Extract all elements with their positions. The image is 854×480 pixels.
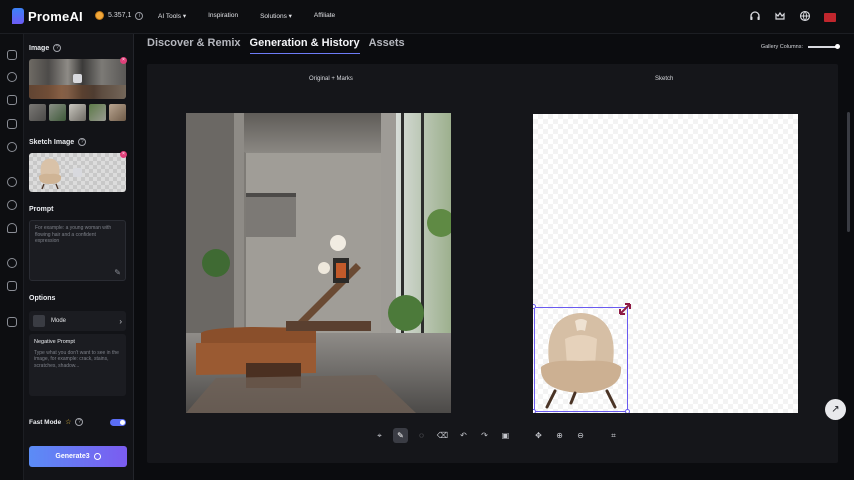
share-icon: ↗ [831, 404, 840, 415]
remove-image-icon[interactable]: × [120, 57, 127, 64]
sketch-canvas[interactable] [533, 114, 798, 413]
top-right-actions [749, 10, 836, 22]
lasso-icon[interactable]: ◌ [414, 428, 429, 443]
prompt-section-title: Prompt [29, 206, 54, 213]
eraser-icon[interactable]: ⌫ [435, 428, 450, 443]
remove-sketch-icon[interactable]: × [120, 151, 127, 158]
mode-selector[interactable]: Mode › [29, 311, 126, 331]
logo[interactable]: PromeAI [12, 8, 83, 24]
tab-assets[interactable]: Assets [369, 37, 405, 54]
sketch-section-title: Sketch Image? [29, 138, 87, 146]
save-icon[interactable]: ▣ [498, 428, 513, 443]
editor-toolbar: ⌖ ✎ ◌ ⌫ ↶ ↷ ▣ ✥ ⊕ ⊖ ⌗ [372, 428, 621, 443]
nav-affiliate[interactable]: Affiliate [314, 12, 335, 20]
view-tabs: Discover & Remix Generation & History As… [147, 37, 405, 54]
image-thumbnail-strip [29, 104, 126, 121]
options-section-title: Options [29, 295, 56, 302]
mode-label: Mode [51, 318, 67, 324]
thumbnail[interactable] [49, 104, 66, 121]
magic-wand-icon[interactable]: ✎ [114, 268, 121, 277]
thumbnail[interactable] [29, 104, 46, 121]
move-icon[interactable]: ✥ [531, 428, 546, 443]
crown-box-icon[interactable] [774, 10, 786, 22]
nav-inspiration[interactable]: Inspiration [208, 12, 238, 20]
thumbnail[interactable] [109, 104, 126, 121]
uploaded-image-thumbnail[interactable] [29, 59, 126, 99]
bell-icon[interactable] [7, 223, 17, 233]
home-icon[interactable] [7, 50, 17, 60]
help-icon[interactable]: ? [75, 418, 84, 426]
brush-icon[interactable]: ✎ [393, 428, 408, 443]
nav-ai-tools[interactable]: AI Tools ▾ [158, 12, 186, 20]
chevron-right-icon: › [119, 316, 122, 326]
star-icon: ☆ [65, 419, 72, 426]
info-icon[interactable]: i [135, 11, 144, 20]
help-icon[interactable]: ? [53, 44, 62, 52]
mode-icon [33, 315, 45, 327]
negative-prompt-input[interactable]: Negative Prompt Type what you don't want… [29, 334, 126, 396]
negative-prompt-title: Negative Prompt [34, 339, 75, 345]
left-rail [0, 34, 24, 480]
promeai-logo-icon [12, 8, 24, 24]
generate-label: Generate3 [55, 453, 90, 460]
generate-button[interactable]: Generate3 [29, 446, 127, 467]
resize-arrow-icon[interactable] [618, 302, 632, 316]
interior-photo [186, 113, 451, 413]
settings-panel: Image? × Sketch Image? × Prompt For exam… [24, 34, 134, 480]
zoom-out-icon[interactable]: ⊖ [573, 428, 588, 443]
cube-icon[interactable] [7, 95, 17, 105]
negative-prompt-placeholder: Type what you don't want to see in the i… [34, 350, 119, 369]
original-marks-label: Original + Marks [309, 76, 353, 82]
user-icon[interactable] [7, 258, 17, 268]
original-image[interactable] [186, 113, 451, 413]
nav-solutions[interactable]: Solutions ▾ [260, 12, 292, 20]
credits-value: 5.357,1 [108, 12, 132, 19]
user-avatar-icon[interactable] [824, 12, 836, 22]
headset-icon[interactable] [749, 10, 761, 22]
scrollbar[interactable] [847, 112, 850, 232]
chair-thumbnail-icon [38, 158, 62, 190]
replace-sketch-icon[interactable] [73, 168, 82, 177]
fast-mode-label: Fast Mode [29, 418, 62, 426]
credit-icon [93, 453, 101, 460]
prompt-placeholder: For example: a young woman with flowing … [35, 225, 112, 244]
zoom-in-icon[interactable]: ⊕ [552, 428, 567, 443]
resize-handle[interactable] [533, 409, 536, 413]
globe-icon[interactable] [799, 10, 811, 22]
fast-mode-row: Fast Mode ☆ ? [29, 418, 126, 426]
app-name: PromeAI [28, 8, 83, 24]
main-nav: AI Tools ▾ Inspiration Solutions ▾ Affil… [158, 12, 335, 20]
bulb-icon[interactable] [7, 142, 17, 152]
team-icon[interactable] [7, 281, 17, 291]
undo-icon[interactable]: ↶ [456, 428, 471, 443]
compass-icon[interactable] [7, 177, 17, 187]
gallery-columns-label: Gallery Columns: [760, 44, 803, 50]
gallery-columns-slider[interactable] [808, 44, 840, 49]
select-icon[interactable]: ⌖ [372, 428, 387, 443]
shop-icon[interactable] [7, 317, 17, 327]
tab-generation-history[interactable]: Generation & History [249, 37, 360, 54]
thumbnail[interactable] [89, 104, 106, 121]
replace-image-icon[interactable] [73, 74, 82, 83]
top-bar: PromeAI 5.357,1 i AI Tools ▾ Inspiration… [0, 0, 854, 34]
explore-icon[interactable] [7, 72, 17, 82]
coin-icon [95, 11, 104, 20]
thumbnail[interactable] [69, 104, 86, 121]
fast-mode-toggle[interactable] [110, 418, 126, 426]
image-edit-icon[interactable] [7, 119, 17, 129]
resize-handle[interactable] [625, 409, 630, 413]
credits-display[interactable]: 5.357,1 i [95, 11, 144, 20]
gallery-columns-control: Gallery Columns: [760, 44, 840, 50]
image-section-title: Image? [29, 44, 62, 52]
crop-icon[interactable]: ⌗ [606, 428, 621, 443]
sketch-label: Sketch [655, 76, 674, 82]
selection-box[interactable] [534, 307, 628, 412]
tab-discover-remix[interactable]: Discover & Remix [147, 37, 241, 54]
prompt-input[interactable]: For example: a young woman with flowing … [29, 220, 126, 281]
share-button[interactable]: ↗ [825, 399, 846, 420]
redo-icon[interactable]: ↷ [477, 428, 492, 443]
help-icon[interactable]: ? [78, 138, 87, 146]
sketch-image-thumbnail[interactable] [29, 153, 126, 192]
target-icon[interactable] [7, 200, 17, 210]
